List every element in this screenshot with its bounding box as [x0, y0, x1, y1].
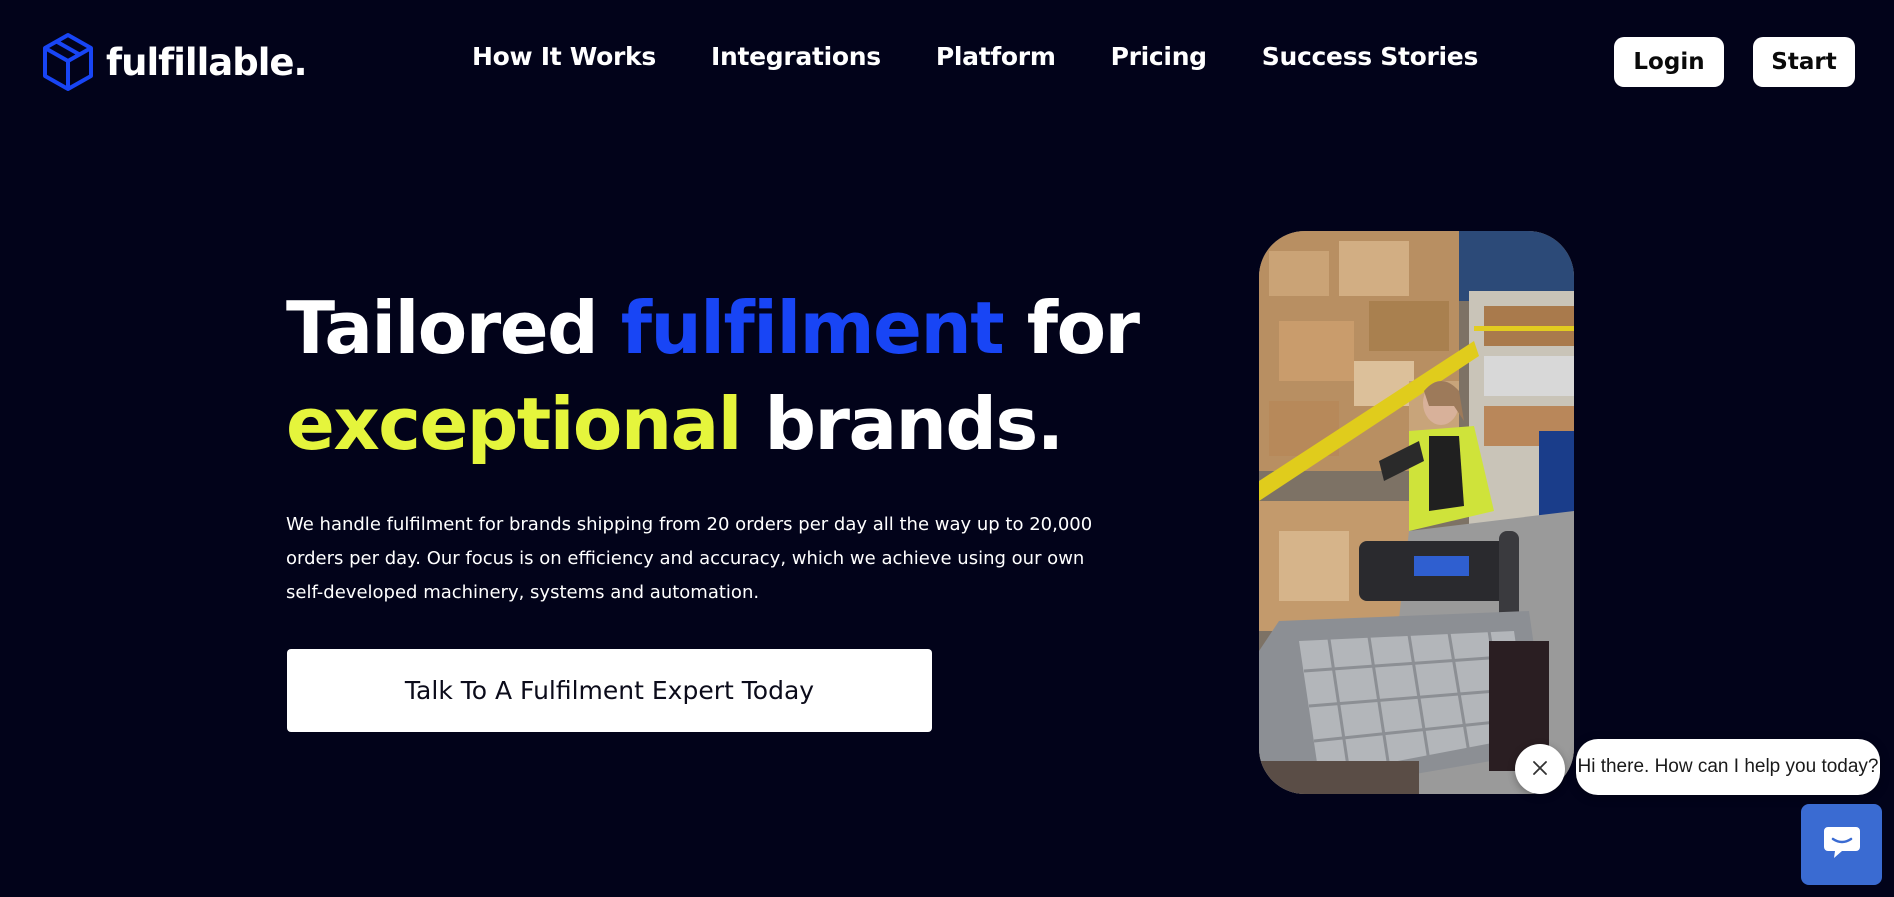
hero-title-part1: Tailored — [286, 286, 621, 370]
warehouse-photo — [1259, 231, 1574, 794]
hero-title-part2: for — [1003, 286, 1140, 370]
chat-greeting-bubble[interactable]: Hi there. How can I help you today? — [1576, 739, 1880, 795]
talk-to-expert-button[interactable]: Talk To A Fulfilment Expert Today — [287, 649, 932, 732]
close-icon — [1532, 760, 1548, 779]
brand-name: fulfillable. — [106, 40, 308, 84]
chat-icon — [1822, 825, 1862, 864]
hero-title-highlight-blue: fulfilment — [620, 286, 1005, 370]
chat-close-button[interactable] — [1515, 744, 1565, 794]
chat-launcher-button[interactable] — [1801, 804, 1882, 885]
hero-title: Tailored fulfilment for exceptional bran… — [286, 280, 1140, 472]
logo[interactable]: fulfillable. — [42, 32, 308, 92]
start-button[interactable]: Start — [1753, 37, 1855, 87]
box-logo-icon — [42, 32, 94, 92]
nav-integrations[interactable]: Integrations — [711, 42, 881, 71]
hero-description: We handle fulfilment for brands shipping… — [286, 514, 1093, 603]
nav-pricing[interactable]: Pricing — [1111, 42, 1208, 71]
chat-greeting-text: Hi there. How can I help you today? — [1577, 756, 1879, 777]
nav-success-stories[interactable]: Success Stories — [1262, 42, 1479, 71]
main-nav: How It Works Integrations Platform Prici… — [472, 42, 1478, 71]
nav-platform[interactable]: Platform — [936, 42, 1056, 71]
login-button[interactable]: Login — [1614, 37, 1724, 87]
nav-how-it-works[interactable]: How It Works — [472, 42, 656, 71]
hero-title-highlight-yellow: exceptional — [286, 382, 742, 466]
hero-title-part3: brands. — [740, 382, 1064, 466]
